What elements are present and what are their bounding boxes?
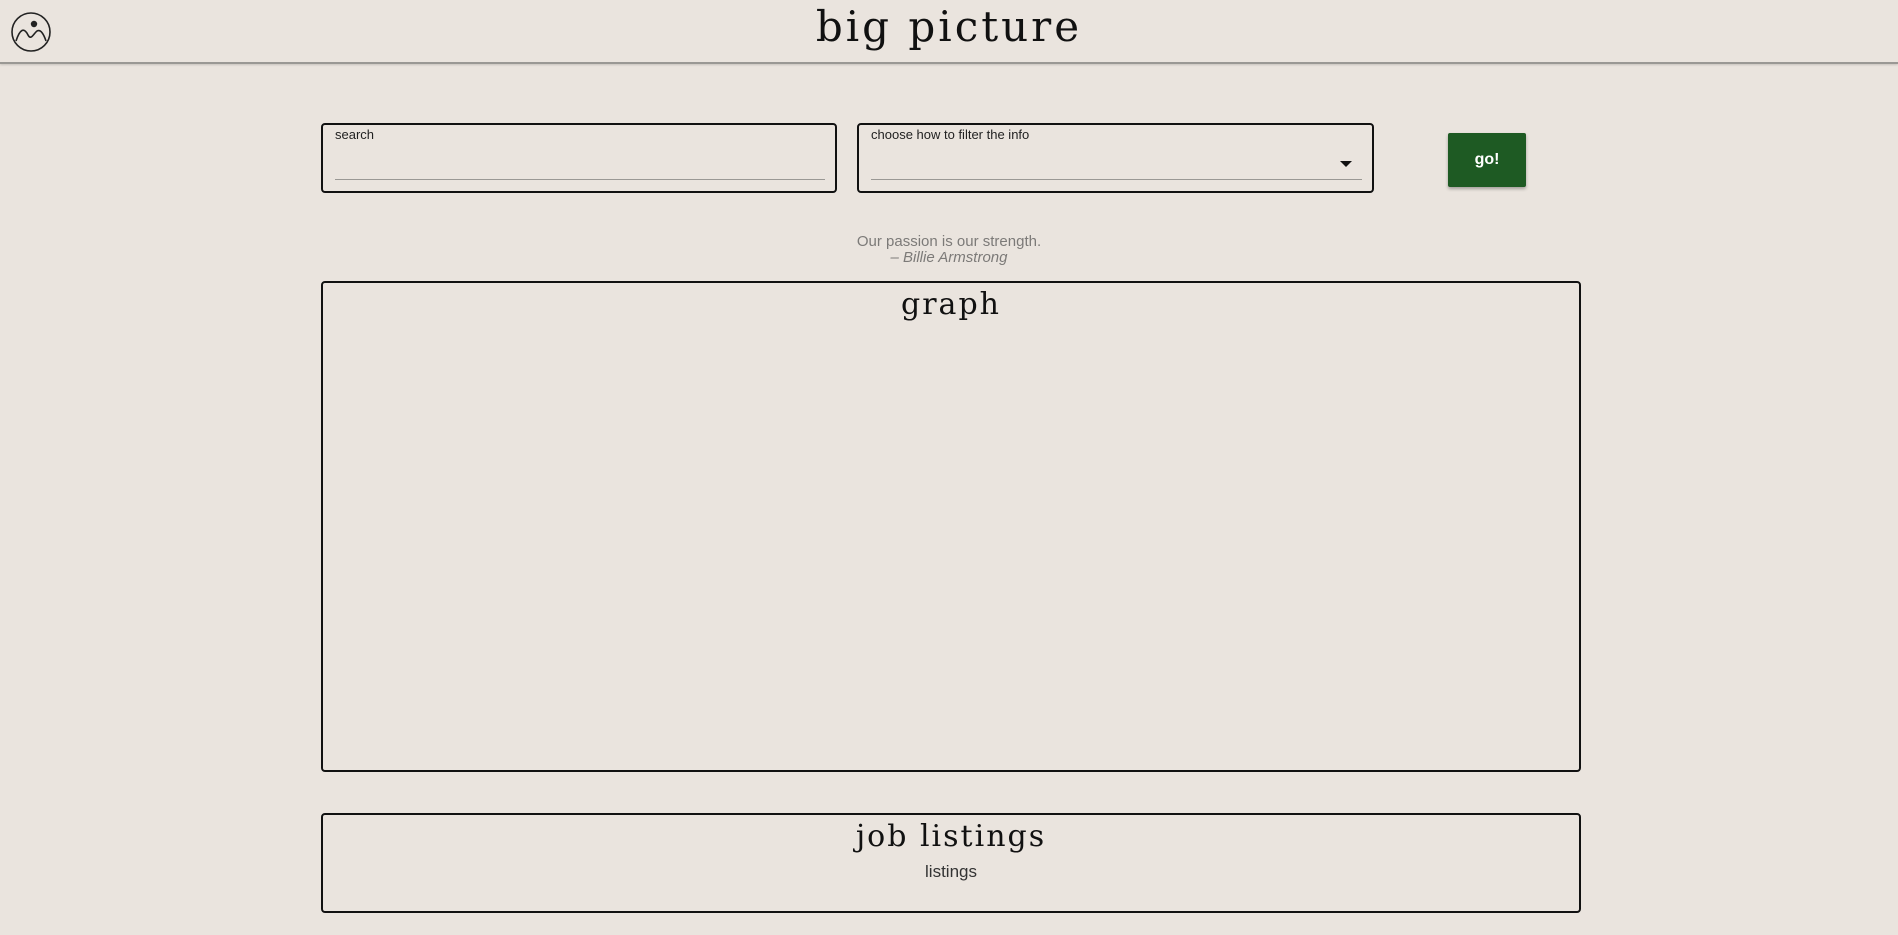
top-bar: big picture [0,0,1898,64]
job-listings-body: listings [925,862,977,881]
graph-panel: graph [321,281,1581,772]
caret-down-icon[interactable] [1340,161,1352,167]
search-label: search [335,127,375,142]
app-title: big picture [815,2,1083,51]
filter-select[interactable]: choose how to filter the info [857,123,1374,193]
job-listings-panel: job listings listings [321,813,1581,913]
search-input[interactable] [335,149,825,180]
filter-value[interactable] [871,149,1362,180]
job-listings-title: job listings [855,819,1047,854]
quote: Our passion is our strength. – Billie Ar… [0,234,1898,266]
filter-label: choose how to filter the info [871,127,1030,142]
quote-text: Our passion is our strength. [856,233,1042,250]
go-button[interactable]: go! [1448,133,1526,187]
search-field[interactable]: search [321,123,837,193]
quote-author: – Billie Armstrong [890,249,1008,266]
graph-title: graph [901,287,1001,322]
